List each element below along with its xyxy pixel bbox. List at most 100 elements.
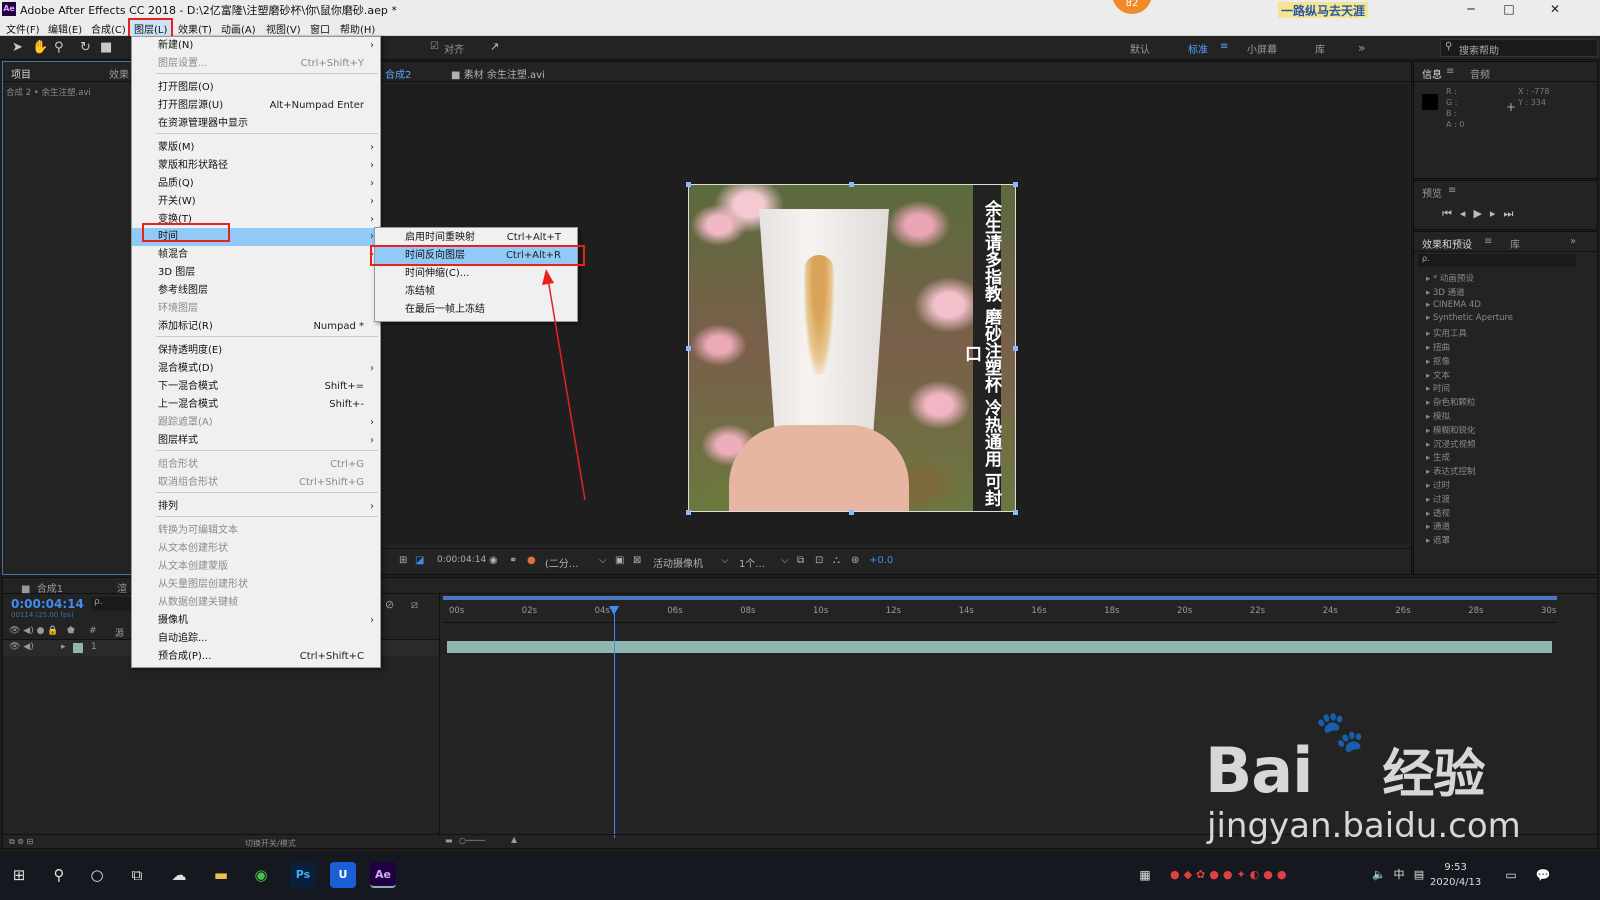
effects-category-item[interactable]: ▸ 模糊和锐化: [1426, 424, 1475, 436]
layer-menu-item[interactable]: 新建(N) ›: [132, 37, 380, 55]
views-select[interactable]: 1个...: [739, 555, 765, 570]
effects-category-item[interactable]: ▸ 模拟: [1426, 410, 1450, 422]
taskbar-clock[interactable]: 9:53 2020/4/13: [1430, 860, 1481, 890]
expand-layer-icon[interactable]: ▸: [61, 642, 66, 652]
menu-help[interactable]: 帮助(H): [340, 21, 375, 36]
footer-toggle-icons[interactable]: ⧉ ⊚ ⊟: [9, 837, 33, 847]
tab-audio[interactable]: 音频: [1470, 66, 1490, 81]
snap-icon[interactable]: ↗: [490, 40, 499, 53]
zoom-in-icon[interactable]: ▲: [511, 835, 517, 844]
camera-select[interactable]: 活动摄像机: [653, 555, 703, 570]
effects-category-item[interactable]: ▸ 通道: [1426, 520, 1450, 532]
last-frame-icon[interactable]: ⏭: [1503, 207, 1521, 220]
region-of-interest-icon[interactable]: ⊞: [399, 555, 407, 566]
system-tray-icons[interactable]: ●◆✿●●✦◐●●: [1170, 862, 1360, 888]
toggle-transparency-icon[interactable]: ⊠: [633, 555, 641, 566]
resolution-dropdown-icon[interactable]: ⌵: [599, 555, 607, 566]
project-item[interactable]: 合成 2 • 余生注塑.avi: [6, 86, 91, 98]
tab-render[interactable]: 渲: [117, 580, 127, 595]
tray-keyboard-icon[interactable]: ▦: [1132, 862, 1158, 888]
layer-menu-item[interactable]: 排列 ›: [132, 498, 380, 516]
av-switches-icon[interactable]: 👁 ◀) ● 🔒: [9, 626, 59, 636]
tab-libraries[interactable]: 库: [1510, 236, 1520, 251]
browser-icon[interactable]: ◉: [248, 862, 274, 888]
menu-effect[interactable]: 效果(T): [178, 21, 212, 36]
layer-menu-item[interactable]: 蒙版和形状路径 ›: [132, 157, 380, 175]
transform-handle[interactable]: [1013, 182, 1018, 187]
photoshop-icon[interactable]: Ps: [290, 862, 316, 888]
work-area-bar[interactable]: [443, 596, 1557, 600]
snapshot-icon[interactable]: ◉: [489, 555, 498, 566]
layer-label-color[interactable]: [73, 643, 83, 653]
zoom-out-icon[interactable]: ▬: [445, 836, 453, 845]
timeline-timecode[interactable]: 0:00:04:14: [11, 597, 84, 611]
exposure-value[interactable]: +0.0: [869, 555, 893, 566]
effects-category-item[interactable]: ▸ 透视: [1426, 507, 1450, 519]
effects-category-item[interactable]: ▸ Synthetic Aperture: [1426, 313, 1513, 323]
maximize-button[interactable]: □: [1494, 0, 1524, 18]
effects-category-item[interactable]: ▸ 遮罩: [1426, 534, 1450, 546]
info-menu-icon[interactable]: ≡: [1446, 66, 1454, 77]
layer-menu-item[interactable]: 摄像机 ›: [132, 612, 380, 630]
motion-blur-icon[interactable]: ⊘: [385, 598, 394, 611]
first-frame-icon[interactable]: ⏮: [1442, 207, 1460, 220]
app-icon-cloud[interactable]: ☁: [166, 862, 192, 888]
layer-menu-item[interactable]: 打开图层源(U) Alt+Numpad Enter: [132, 97, 380, 115]
tab-footage[interactable]: ■ 素材 余生注塑.avi: [451, 66, 545, 81]
show-snapshot-icon[interactable]: ⚭: [509, 555, 517, 566]
effects-category-item[interactable]: ▸ 表达式控制: [1426, 465, 1475, 477]
close-button[interactable]: ✕: [1540, 0, 1570, 18]
effects-category-item[interactable]: ▸ * 动画预设: [1426, 272, 1474, 284]
layer-menu-item[interactable]: 打开图层(O): [132, 79, 380, 97]
effects-menu-icon[interactable]: ≡: [1484, 236, 1492, 247]
current-time-display[interactable]: 0:00:04:14: [437, 555, 486, 565]
effects-category-item[interactable]: ▸ 抠像: [1426, 355, 1450, 367]
notifications-icon[interactable]: 💬: [1530, 862, 1556, 888]
menu-animation[interactable]: 动画(A): [221, 21, 256, 36]
layer-menu-item[interactable]: 3D 图层: [132, 264, 380, 282]
timeline-search-icon[interactable]: ρ.: [91, 597, 131, 611]
tab-project[interactable]: 项目: [11, 66, 31, 81]
notification-badge[interactable]: 82: [1112, 0, 1152, 14]
show-desktop-icon[interactable]: ▭: [1498, 862, 1524, 888]
calendar-icon[interactable]: ▤: [1406, 862, 1432, 888]
transform-handle[interactable]: [1013, 346, 1018, 351]
selection-tool-icon[interactable]: ➤: [12, 40, 23, 55]
layer-menu-item[interactable]: 帧混合 ›: [132, 246, 380, 264]
workspace-library[interactable]: 库: [1315, 41, 1325, 56]
workspace-default[interactable]: 默认: [1130, 41, 1150, 56]
layer-menu-item[interactable]: 品质(Q) ›: [132, 175, 380, 193]
effects-category-item[interactable]: ▸ 沉浸式视频: [1426, 438, 1475, 450]
layer-menu-item[interactable]: 在资源管理器中显示: [132, 115, 380, 133]
workspace-menu-icon[interactable]: ≡: [1220, 41, 1228, 52]
menu-view[interactable]: 视图(V): [266, 21, 301, 36]
transparency-grid-icon[interactable]: ◪: [415, 555, 424, 566]
rotate-tool-icon[interactable]: ↻: [80, 40, 91, 55]
pixel-aspect-icon[interactable]: ⧉: [797, 555, 804, 566]
layer-menu-item[interactable]: 预合成(P)... Ctrl+Shift+C: [132, 648, 380, 666]
layer-menu-item[interactable]: 图层样式 ›: [132, 432, 380, 450]
current-time-indicator[interactable]: [614, 608, 615, 838]
layer-menu-item[interactable]: 添加标记(R) Numpad *: [132, 318, 380, 336]
transform-handle[interactable]: [686, 510, 691, 515]
effects-category-item[interactable]: ▸ CINEMA 4D: [1426, 300, 1481, 310]
transform-handle[interactable]: [686, 346, 691, 351]
workspace-standard[interactable]: 标准: [1188, 41, 1208, 56]
layer-menu-item[interactable]: 下一混合模式 Shift+=: [132, 378, 380, 396]
prev-frame-icon[interactable]: ◂: [1460, 207, 1474, 220]
camera-dropdown-icon[interactable]: ⌵: [721, 555, 729, 566]
color-channels-icon[interactable]: ●: [527, 555, 536, 566]
comp-flowchart-icon[interactable]: ⛬: [833, 555, 840, 566]
menu-edit[interactable]: 编辑(E): [48, 21, 82, 36]
effects-category-item[interactable]: ▸ 时间: [1426, 382, 1450, 394]
menu-file[interactable]: 文件(F): [6, 21, 40, 36]
transform-handle[interactable]: [686, 182, 691, 187]
effects-category-item[interactable]: ▸ 实用工具: [1426, 327, 1467, 339]
cortana-icon[interactable]: ○: [84, 862, 110, 888]
after-effects-taskbar-icon[interactable]: Ae: [370, 862, 396, 888]
align-checkbox-icon[interactable]: ☑: [430, 41, 439, 52]
preview-menu-icon[interactable]: ≡: [1448, 185, 1456, 196]
task-view-icon[interactable]: ⧉: [124, 862, 150, 888]
layer-menu-item[interactable]: 开关(W) ›: [132, 193, 380, 211]
play-icon[interactable]: ▶: [1473, 207, 1489, 220]
